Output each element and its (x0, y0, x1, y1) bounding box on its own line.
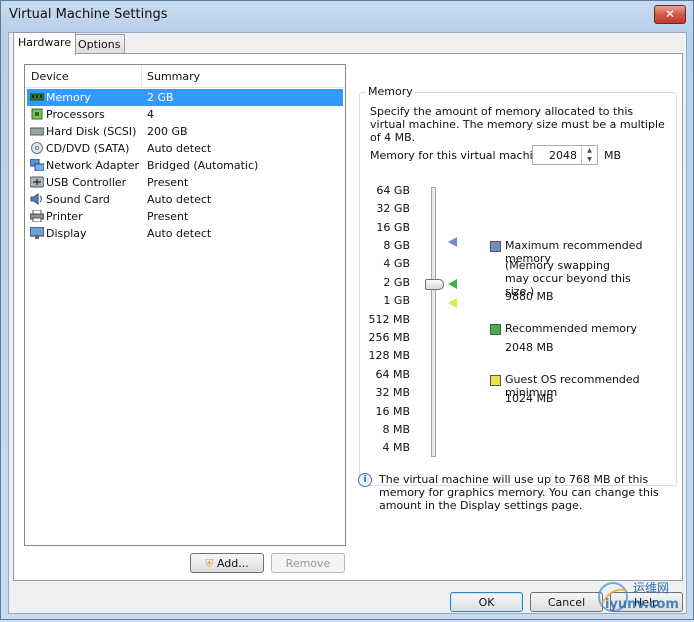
scale-label: 8 MB (382, 423, 410, 436)
device-summary: Auto detect (147, 193, 212, 206)
max-recommended-marker-icon (448, 237, 457, 247)
recommended-label: Recommended memory (505, 322, 638, 335)
watermark-logo: 运维网 iyunv.com (593, 575, 693, 619)
max-recommended-value: 9880 MB (505, 290, 554, 303)
memory-group: Memory Specify the amount of memory allo… (359, 85, 677, 486)
scale-label: 512 MB (368, 313, 410, 326)
scale-label: 4 GB (383, 257, 410, 270)
device-name: Processors (46, 108, 105, 121)
spin-up-icon[interactable]: ▲ (582, 146, 597, 155)
memory-field-label: Memory for this virtual machine: (370, 149, 551, 162)
device-summary: 2 GB (147, 91, 174, 104)
memory-icon (30, 93, 44, 101)
scale-label: 64 GB (376, 184, 410, 197)
memory-group-title: Memory (366, 85, 415, 98)
cd-dvd-icon (31, 142, 43, 154)
ok-button[interactable]: OK (450, 592, 523, 612)
title-bar[interactable]: Virtual Machine Settings ✕ (1, 1, 693, 29)
tab-hardware[interactable]: Hardware (13, 32, 77, 55)
sound-icon (30, 193, 42, 205)
device-name: Display (46, 227, 87, 240)
device-row-sound-card[interactable]: Sound Card Auto detect (27, 191, 343, 208)
processor-icon (31, 108, 43, 120)
scale-label: 8 GB (383, 239, 410, 252)
printer-icon (30, 210, 44, 222)
memory-description: Specify the amount of memory allocated t… (370, 105, 665, 144)
device-row-network-adapter[interactable]: Network Adapter Bridged (Automatic) (27, 157, 343, 174)
usb-icon (30, 176, 44, 188)
add-device-label: Add... (216, 557, 249, 570)
device-summary: Auto detect (147, 142, 212, 155)
scale-label: 16 GB (376, 221, 410, 234)
scale-label: 32 MB (375, 386, 410, 399)
device-name: Sound Card (46, 193, 110, 206)
scale-label: 1 GB (383, 294, 410, 307)
recommended-marker-icon (448, 279, 457, 289)
settings-window: Virtual Machine Settings ✕ Hardware Opti… (0, 0, 694, 620)
memory-slider-thumb[interactable] (425, 279, 444, 290)
display-icon (30, 227, 44, 239)
device-row-printer[interactable]: Printer Present (27, 208, 343, 225)
device-list-header: Device Summary (25, 65, 345, 88)
device-name: Printer (46, 210, 83, 223)
device-row-processors[interactable]: Processors 4 (27, 106, 343, 123)
network-adapter-icon (30, 159, 44, 171)
add-device-button[interactable]: ⛨ Add... (190, 553, 264, 573)
device-row-memory[interactable]: Memory 2 GB (27, 89, 343, 106)
device-name: USB Controller (46, 176, 127, 189)
column-device[interactable]: Device (31, 70, 69, 83)
device-name: Hard Disk (SCSI) (46, 125, 137, 138)
device-summary: Auto detect (147, 227, 212, 240)
info-icon: i (358, 473, 372, 487)
guest-minimum-value: 1024 MB (505, 392, 554, 405)
device-row-hard-disk[interactable]: Hard Disk (SCSI) 200 GB (27, 123, 343, 140)
scale-label: 4 MB (382, 441, 410, 454)
recommended-swatch-icon (490, 324, 501, 335)
device-row-usb-controller[interactable]: USB Controller Present (27, 174, 343, 191)
scale-label: 2 GB (383, 276, 410, 289)
device-summary: 200 GB (147, 125, 188, 138)
device-name: Network Adapter (46, 159, 140, 172)
device-name: CD/DVD (SATA) (46, 142, 130, 155)
watermark-text-site: iyunv.com (605, 597, 679, 612)
device-summary: 4 (147, 108, 154, 121)
memory-unit: MB (604, 149, 622, 162)
scale-label: 64 MB (375, 368, 410, 381)
spin-down-icon[interactable]: ▼ (582, 155, 597, 164)
scale-label: 16 MB (375, 405, 410, 418)
device-row-display[interactable]: Display Auto detect (27, 225, 343, 242)
watermark-text-cn: 运维网 (633, 581, 670, 595)
graphics-memory-text: The virtual machine will use up to 768 M… (379, 473, 659, 512)
close-icon: ✕ (664, 7, 676, 21)
device-name: Memory (46, 91, 91, 104)
tab-options[interactable]: Options (73, 34, 126, 54)
remove-device-button[interactable]: Remove (271, 553, 345, 573)
recommended-value: 2048 MB (505, 341, 554, 354)
device-summary: Present (147, 176, 189, 189)
memory-slider-track[interactable] (431, 187, 436, 457)
shield-icon: ⛨ (205, 557, 214, 570)
column-summary[interactable]: Summary (147, 70, 200, 83)
device-row-cd-dvd[interactable]: CD/DVD (SATA) Auto detect (27, 140, 343, 157)
hard-disk-icon (30, 127, 44, 136)
guest-minimum-swatch-icon (490, 375, 501, 386)
guest-minimum-marker-icon (448, 298, 457, 308)
device-summary: Bridged (Automatic) (147, 159, 259, 172)
close-button[interactable]: ✕ (654, 5, 686, 24)
scale-label: 32 GB (376, 202, 410, 215)
memory-spinbox[interactable]: 2048 ▲ ▼ (532, 145, 598, 165)
scale-label: 128 MB (368, 349, 410, 362)
device-summary: Present (147, 210, 189, 223)
memory-value-input[interactable]: 2048 (549, 149, 577, 162)
scale-label: 256 MB (368, 331, 410, 344)
device-list[interactable]: Device Summary Memory 2 GB Processors 4 … (24, 64, 346, 546)
dialog-body: Hardware Options Device Summary Memory 2… (8, 32, 687, 614)
window-title: Virtual Machine Settings (9, 7, 168, 22)
max-recommended-swatch-icon (490, 241, 501, 252)
